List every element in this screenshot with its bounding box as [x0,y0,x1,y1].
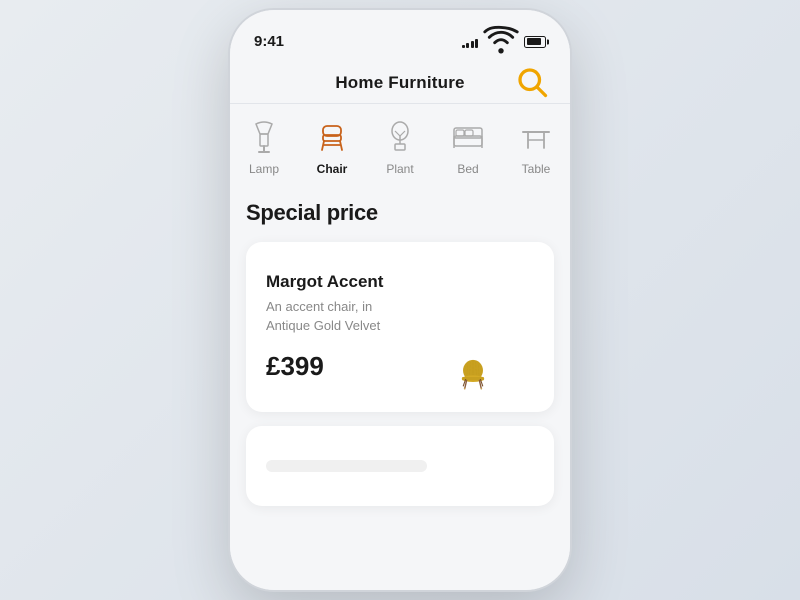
status-icons [462,22,547,61]
product-description: An accent chair, in Antique Gold Velvet [266,298,398,334]
category-bar: Lamp Chair [230,104,570,182]
product-card-placeholder [246,426,554,506]
category-item-table[interactable]: Table [502,114,570,176]
product-price: £399 [266,351,398,382]
category-item-plant[interactable]: Plant [366,114,434,176]
category-item-lamp[interactable]: Lamp [230,114,298,176]
placeholder-content [266,460,427,472]
search-button[interactable] [514,64,550,104]
app-title: Home Furniture [335,73,464,93]
plant-label: Plant [386,162,413,176]
chair-label: Chair [317,162,348,176]
signal-icon [462,36,479,48]
special-price-title: Special price [246,200,554,226]
product-image [408,262,538,392]
status-time: 9:41 [254,33,284,50]
scroll-content: Special price Margot Accent An accent ch… [230,182,570,590]
phone-frame: 9:41 Home Furniture [230,10,570,590]
bed-label: Bed [457,162,478,176]
lamp-icon [242,114,286,158]
bed-icon [446,114,490,158]
table-icon [514,114,558,158]
category-item-chair[interactable]: Chair [298,114,366,176]
battery-icon [524,36,546,48]
lamp-label: Lamp [249,162,279,176]
status-bar: 9:41 [230,10,570,65]
chair-icon [310,114,354,158]
app-header: Home Furniture [230,65,570,103]
wifi-icon [483,22,519,61]
product-name: Margot Accent [266,272,398,292]
plant-icon [378,114,422,158]
product-card-margot[interactable]: Margot Accent An accent chair, in Antiqu… [246,242,554,412]
search-icon [514,64,550,100]
chair-product-icon [455,356,491,392]
category-item-bed[interactable]: Bed [434,114,502,176]
table-label: Table [522,162,551,176]
product-info: Margot Accent An accent chair, in Antiqu… [266,272,408,381]
